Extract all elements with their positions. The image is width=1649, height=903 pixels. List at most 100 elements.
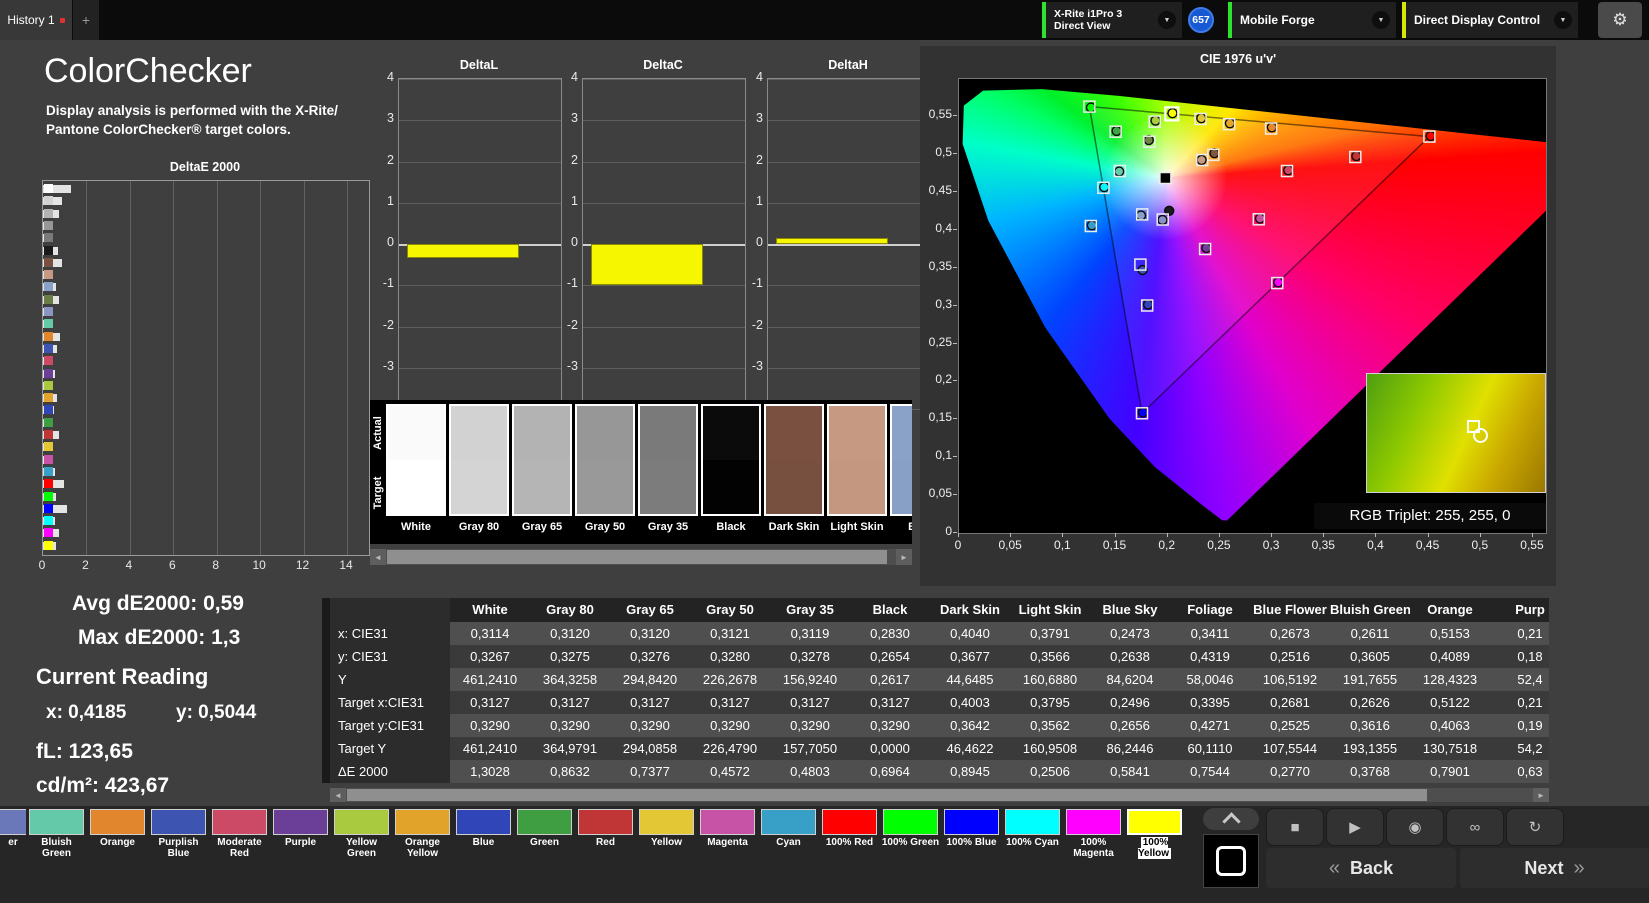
patch-button[interactable]: Red [575,808,636,864]
patch-button[interactable]: Purple [270,808,331,864]
cie-diagram-plot: RGB Triplet: 255, 255, 0 [958,78,1547,534]
color-swatch[interactable] [512,404,572,516]
target-swatch [577,460,633,514]
inset-measured-marker [1473,428,1488,443]
patch-label: 100% Cyan [1002,837,1063,848]
back-button[interactable]: « Back [1266,848,1456,888]
color-swatch[interactable] [701,404,761,516]
color-swatch[interactable] [575,404,635,516]
next-button[interactable]: Next » [1460,848,1649,888]
x-tick-label: 2 [82,558,89,572]
stop-button[interactable]: ■ [1266,808,1324,846]
color-swatch[interactable] [638,404,698,516]
page-subtitle-line1: Display analysis is performed with the X… [46,103,338,118]
scroll-right-icon[interactable]: ► [896,549,912,565]
tab-history-1[interactable]: History 1 [0,0,72,40]
patch-button[interactable]: 100% Magenta [1063,808,1124,864]
patch-label-text: Purplish Blue [158,837,199,859]
scrollbar-thumb[interactable] [347,789,1427,801]
gridline [583,202,745,204]
color-swatch[interactable] [449,404,509,516]
patch-button[interactable]: Green [514,808,575,864]
scroll-left-icon[interactable]: ◄ [330,788,346,802]
patch-button[interactable]: 100% Yellow [1124,808,1185,864]
table-cell: 0,5841 [1110,764,1150,779]
current-reading-heading: Current Reading [36,664,209,689]
gridline [216,181,218,555]
target-point [1159,171,1172,185]
y-tick-label: 2 [756,152,763,167]
control-dropdown-label: Direct Display Control [1414,13,1541,27]
color-swatch[interactable] [890,404,912,516]
actual-swatch [766,406,822,460]
patch-button[interactable]: Bluish Green [26,808,87,864]
table-cell: 0,7901 [1430,764,1470,779]
continuous-measure-button[interactable]: ∞ [1446,808,1504,846]
gridline [768,244,930,246]
patch-button[interactable]: 100% Green [880,808,941,864]
y-tick-label: 3 [756,111,763,126]
display-window-button[interactable] [1203,834,1259,888]
meter-dropdown[interactable]: X-Rite i1Pro 3 Direct View ▼ [1042,2,1182,38]
patch-button[interactable]: er [0,808,26,864]
patch-button[interactable]: 100% Red [819,808,880,864]
display-control-dropdown[interactable]: Direct Display Control ▼ [1402,2,1578,38]
patch-button[interactable]: Cyan [758,808,819,864]
collapse-panel-button[interactable] [1203,808,1259,831]
patch-button[interactable]: 100% Cyan [1002,808,1063,864]
patch-chip [44,294,53,304]
patch-button[interactable]: Yellow Green [331,808,392,864]
patch-label: Cyan [758,837,819,848]
patch-chip [44,319,53,329]
source-dropdown[interactable]: Mobile Forge ▼ [1228,2,1396,38]
measured-point [1137,407,1149,418]
refresh-button[interactable]: ↻ [1506,808,1564,846]
table-cell: 0,3411 [1190,626,1230,641]
patch-button[interactable]: Purplish Blue [148,808,209,864]
patch-button[interactable]: 100% Blue [941,808,1002,864]
patch-chip [44,356,53,366]
scroll-left-icon[interactable]: ◄ [370,549,386,565]
patch-label: Purple [270,837,331,848]
patch-button[interactable]: Orange Yellow [392,808,453,864]
patch-color [578,809,633,835]
patch-button[interactable]: Moderate Red [209,808,270,864]
patch-button[interactable]: Yellow [636,808,697,864]
x-tick [1010,533,1012,537]
color-swatch[interactable] [386,404,446,516]
patch-button[interactable]: Orange [87,808,148,864]
add-tab-button[interactable]: + [73,0,99,40]
gridline [768,367,930,369]
patch-chip [44,380,53,390]
table-cell: 0,3562 [1030,718,1070,733]
play-button[interactable]: ▶ [1326,808,1384,846]
patch-color [761,809,816,835]
rgb-triplet-caption: RGB Triplet: 255, 255, 0 [1314,503,1546,529]
color-swatch[interactable] [764,404,824,516]
table-cell: 0,3677 [950,649,990,664]
patch-button[interactable]: Blue [453,808,514,864]
y-tick [953,266,957,268]
scrollbar-thumb[interactable] [387,550,887,564]
color-swatch[interactable] [827,404,887,516]
patch-chip [44,331,53,341]
gridline [347,181,348,555]
deltae-x-axis: 0 2 4 6 8 10 12 14 [39,558,368,572]
patch-button[interactable]: Magenta [697,808,758,864]
swatch-scrollbar[interactable]: ◄ ► [370,549,912,565]
patch-label: Bluish Green [26,837,87,859]
swatch-label: Black [716,521,746,533]
measured-point [1157,214,1168,226]
scroll-right-icon[interactable]: ► [1533,788,1549,802]
settings-button[interactable]: ⚙ [1598,2,1642,38]
y-tick [953,380,957,382]
table-header-cell: Purp [1515,602,1545,617]
patch-label-text: Yellow Green [345,837,378,859]
table-scrollbar[interactable]: ◄ ► [330,788,1549,802]
x-tick-label: 4 [125,558,133,572]
capture-button[interactable]: ◉ [1386,808,1444,846]
row-label: y: CIE31 [330,645,450,668]
measured-point [1167,108,1178,119]
table-left-gutter [322,598,330,783]
table-cell: 0,2626 [1350,695,1390,710]
